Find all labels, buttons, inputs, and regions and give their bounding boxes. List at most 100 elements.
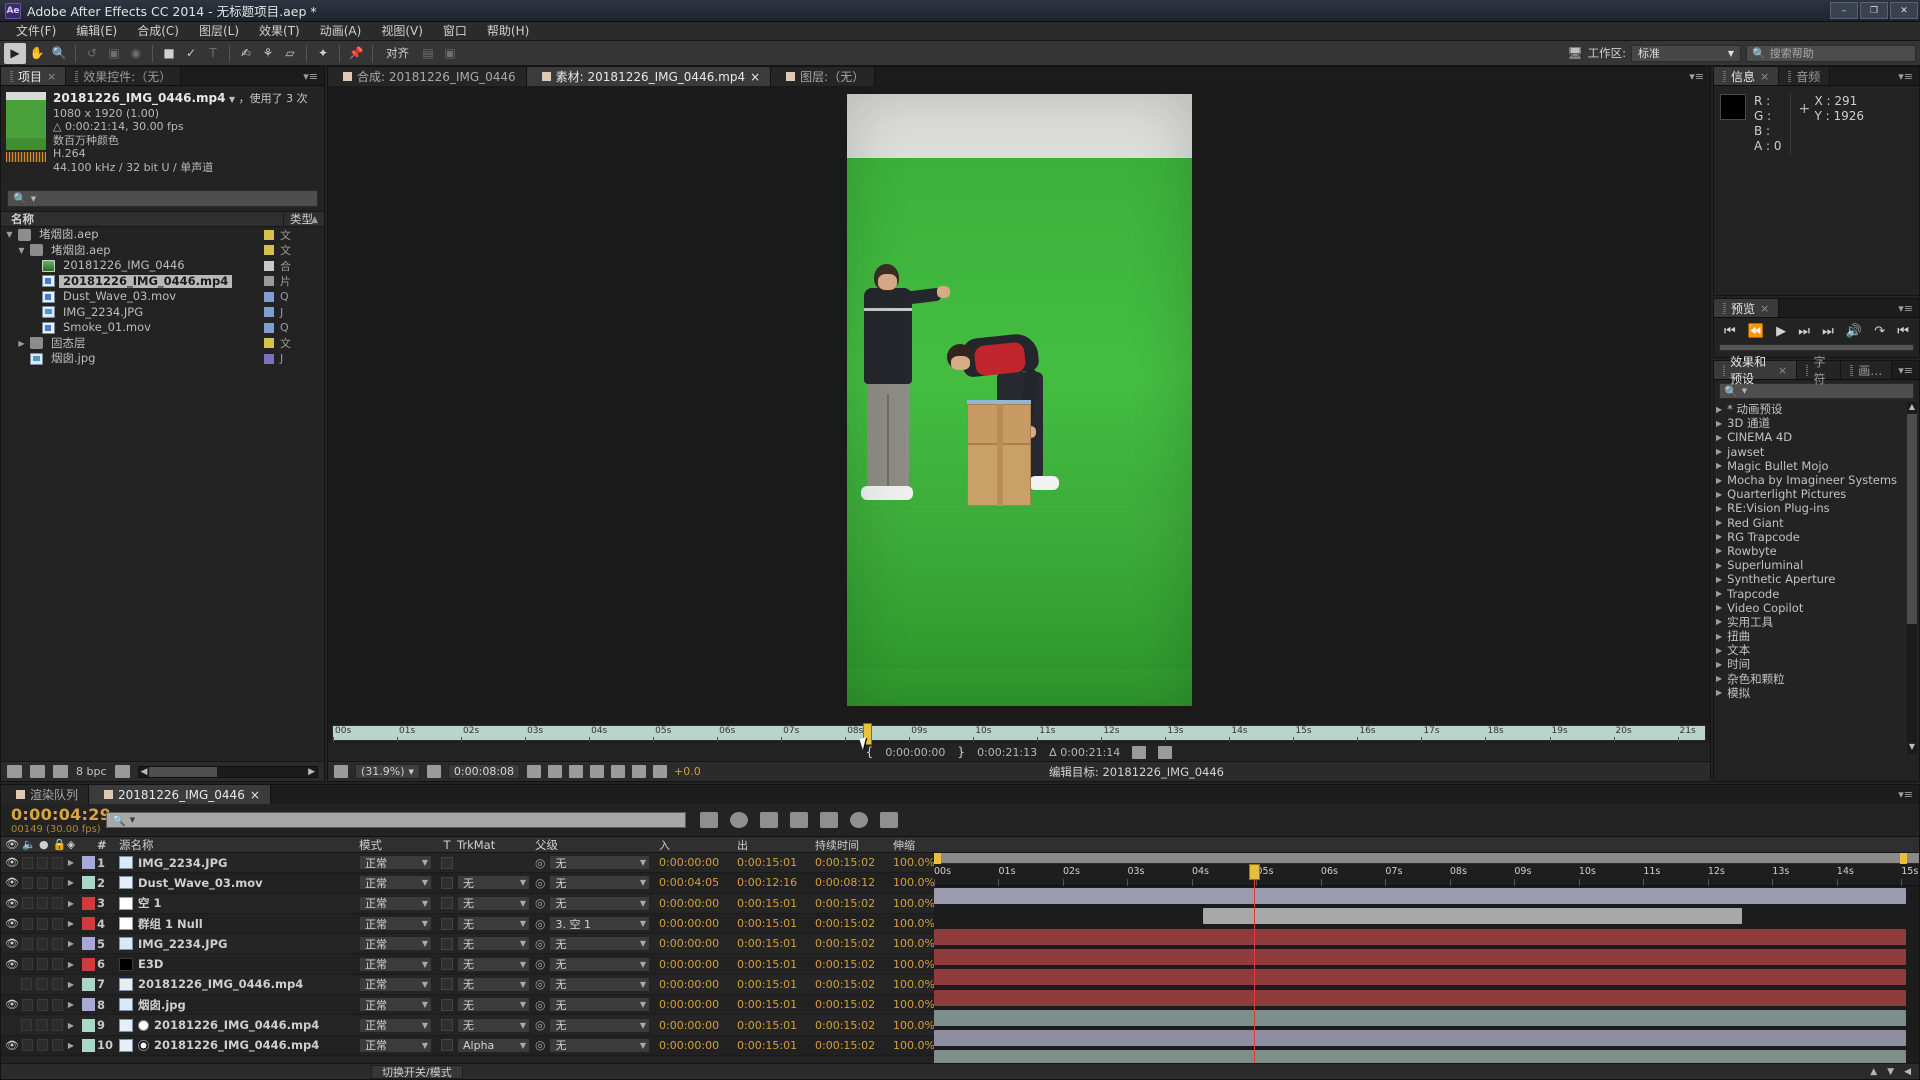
layer-solo-toggle[interactable] [37, 856, 48, 869]
mute-audio-button[interactable]: 🔊 [1846, 324, 1862, 339]
layer-visibility-toggle[interactable]: 👁 [5, 917, 19, 930]
panel-menu-icon[interactable]: ▾≡ [1683, 67, 1710, 86]
play-button[interactable]: ▶ [1776, 324, 1786, 339]
layer-name-cell[interactable]: IMG_2234.JPG [119, 937, 359, 951]
zoom-tool-icon[interactable]: 🔍 [48, 43, 70, 64]
effect-category-row[interactable]: ▶ 模拟 [1716, 686, 1919, 700]
twirl-closed-icon[interactable]: ▶ [1716, 603, 1722, 612]
tab--[interactable]: 效果控件:（无） [66, 67, 182, 85]
preserve-transparency-toggle[interactable] [441, 958, 453, 971]
layer-out-point[interactable]: 0:00:15:01 [733, 1019, 811, 1032]
twirl-open-icon[interactable]: ▼ [17, 246, 26, 255]
panel-menu-icon[interactable]: ▾≡ [1892, 299, 1919, 317]
layer-out-point[interactable]: 0:00:12:16 [733, 876, 811, 889]
close-tab-icon[interactable]: × [1778, 364, 1787, 377]
effect-category-row[interactable]: ▶ 时间 [1716, 657, 1919, 671]
layer-blend-mode[interactable]: 正常 ▼ [359, 997, 432, 1013]
layer-name-cell[interactable]: 群组 1 Null [119, 916, 359, 932]
layer-audio-toggle[interactable] [21, 978, 33, 991]
timeline-graph-area[interactable]: 00s 01s 02s 03s 04s 05s 06s 07s 08s 09s 10s 11s 12s 1… [934, 853, 1919, 1065]
text-tool-icon[interactable]: T [202, 43, 224, 64]
project-horizontal-scrollbar[interactable]: ◀ ▶ [137, 765, 318, 778]
effect-category-row[interactable]: ▶ 文本 [1716, 643, 1919, 657]
effect-category-row[interactable]: ▶ Magic Bullet Mojo [1716, 459, 1919, 473]
layer-audio-toggle[interactable] [22, 998, 33, 1011]
menu-item-6[interactable]: 视图(V) [371, 22, 433, 41]
layer-duration[interactable]: 0:00:15:02 [811, 856, 889, 869]
pick-whip-icon[interactable]: ◎ [535, 1018, 545, 1032]
effect-category-row[interactable]: ▶ * 动画预设 [1716, 402, 1919, 416]
layer-out-point[interactable]: 0:00:15:01 [733, 856, 811, 869]
scroll-left-icon[interactable]: ◀ [139, 767, 150, 777]
tab-grip-icon[interactable] [10, 70, 13, 82]
layer-solo-toggle[interactable] [37, 1039, 48, 1052]
frame-blending-icon[interactable] [790, 812, 808, 828]
layer-audio-toggle[interactable] [22, 856, 33, 869]
layer-duration-bar[interactable] [934, 888, 1906, 904]
pick-whip-icon[interactable]: ◎ [535, 957, 545, 971]
layer-track-matte[interactable]: Alpha ▼ [457, 1037, 530, 1053]
layer-twirl-icon[interactable]: ▶ [63, 919, 79, 928]
twirl-closed-icon[interactable]: ▶ [1716, 660, 1722, 669]
tab--[interactable]: 音频 [1779, 67, 1831, 85]
layer-out-point[interactable]: 0:00:15:01 [733, 998, 811, 1011]
first-frame-button[interactable]: ⏮ [1724, 324, 1736, 339]
twirl-closed-icon[interactable]: ▶ [1716, 546, 1722, 555]
effect-category-row[interactable]: ▶ Video Copilot [1716, 601, 1919, 615]
motion-blur-icon[interactable] [820, 812, 838, 828]
layer-track-matte[interactable]: 无 ▼ [457, 976, 530, 992]
layer-solo-toggle[interactable] [37, 937, 48, 950]
layer-parent[interactable]: 3. 空 1 ▼ [549, 916, 650, 932]
twirl-closed-icon[interactable]: ▶ [1716, 589, 1722, 598]
twirl-closed-icon[interactable]: ▶ [1716, 632, 1722, 641]
viewer-zoom-select[interactable]: (31.9%) ▼ [355, 764, 420, 779]
layer-audio-toggle[interactable] [22, 937, 33, 950]
project-item-list[interactable]: ▼ 堵烟囱.aep 文 ▼ 堵烟囱.aep 文 20181226_IMG_0446 合 2018… [1, 227, 324, 631]
layer-solo-toggle[interactable] [37, 876, 48, 889]
layer-color-swatch[interactable] [79, 896, 97, 910]
column-duration[interactable]: 持续时间 [811, 837, 889, 853]
region-of-interest-icon[interactable] [426, 765, 441, 778]
layer-audio-toggle[interactable] [22, 1039, 33, 1052]
effects-scrollbar[interactable]: ▲ ▼ [1907, 402, 1917, 754]
layer-lock-toggle[interactable] [52, 998, 63, 1011]
resolution-icon[interactable] [590, 765, 605, 778]
pick-whip-icon[interactable]: ◎ [535, 876, 545, 890]
graph-editor-icon[interactable] [880, 812, 898, 828]
timeline-current-time[interactable]: 0:00:04:29 00149 (30.00 fps) [1, 805, 111, 835]
last-frame-button[interactable]: ⏭ [1822, 324, 1834, 339]
menu-item-7[interactable]: 窗口 [433, 22, 477, 41]
pen-tool-icon[interactable]: ✓ [180, 43, 202, 64]
tab-grip-icon[interactable] [1723, 364, 1726, 376]
close-tab-icon[interactable]: × [1760, 70, 1769, 83]
new-folder-icon[interactable] [30, 765, 45, 778]
effect-category-row[interactable]: ▶ Quarterlight Pictures [1716, 487, 1919, 501]
layer-out-point[interactable]: 0:00:15:01 [733, 897, 811, 910]
layer-in-point[interactable]: 0:00:00:00 [655, 937, 733, 950]
layer-duration-bar[interactable] [934, 948, 1906, 965]
close-tab-icon[interactable]: × [250, 788, 260, 802]
brainstorm-icon[interactable] [850, 812, 868, 828]
maximize-button[interactable]: ❐ [1860, 2, 1888, 19]
tab--[interactable]: 图层:（无） [771, 67, 876, 86]
twirl-closed-icon[interactable]: ▶ [1716, 405, 1722, 414]
twirl-closed-icon[interactable]: ▶ [17, 339, 26, 348]
selection-tool-icon[interactable]: ▶ [4, 42, 26, 64]
viewer-time-ruler[interactable]: 00s 01s 02s 03s 04s 05s 06s 07s 08s 09s 10s 11s 12s 1… [332, 723, 1706, 745]
layer-in-point[interactable]: 0:00:00:00 [655, 1039, 733, 1052]
layer-name-cell[interactable]: E3D [119, 957, 359, 971]
prev-frame-button[interactable]: ⏪ [1748, 324, 1764, 339]
twirl-closed-icon[interactable]: ▶ [1716, 461, 1722, 470]
layer-lock-toggle[interactable] [51, 1019, 63, 1032]
menu-item-8[interactable]: 帮助(H) [477, 22, 539, 41]
work-area-bar[interactable] [934, 853, 1919, 864]
layer-lock-toggle[interactable] [52, 937, 63, 950]
twirl-closed-icon[interactable]: ▶ [1716, 688, 1722, 697]
hand-tool-icon[interactable]: ✋ [26, 43, 48, 64]
pick-whip-icon[interactable]: ◎ [535, 998, 545, 1012]
layer-twirl-icon[interactable]: ▶ [63, 939, 79, 948]
effect-category-row[interactable]: ▶ RE:Vision Plug-ins [1716, 501, 1919, 515]
loop-button[interactable]: ↷ [1874, 324, 1885, 339]
tab-grip-icon[interactable] [1723, 302, 1726, 314]
layer-blend-mode[interactable]: 正常 ▼ [359, 916, 432, 932]
